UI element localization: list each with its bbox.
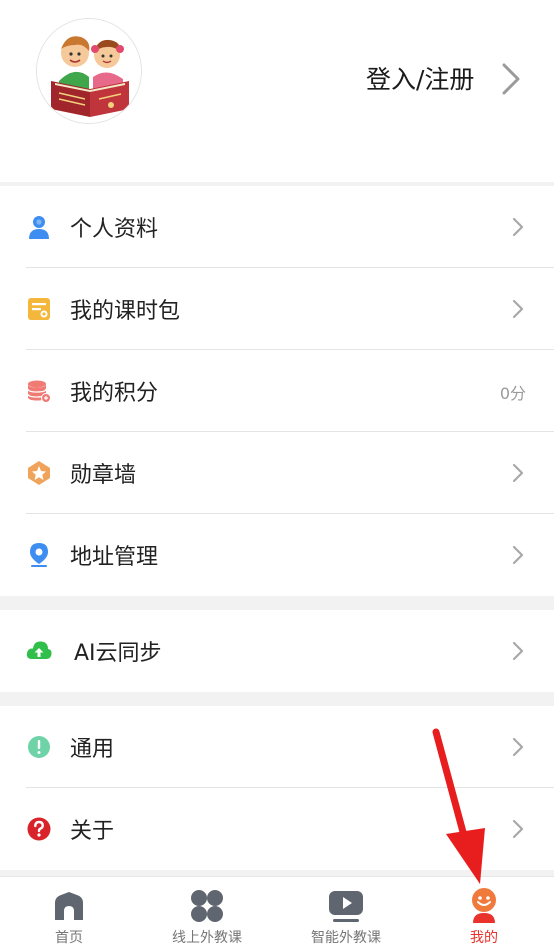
menu-item-lesson-package[interactable]: 我的课时包 [0, 268, 554, 350]
menu-item-label: 关于 [70, 819, 115, 844]
video-play-icon [329, 891, 363, 922]
chevron-right-icon [512, 737, 524, 757]
menu-group-settings: 通用 关于 [0, 706, 554, 870]
info-circle-icon [28, 736, 50, 758]
chevron-right-icon [512, 641, 524, 661]
menu-item-medals[interactable]: 勋章墙 [0, 432, 554, 514]
menu-item-address[interactable]: 地址管理 [0, 514, 554, 596]
tab-label: 我的 [470, 930, 498, 946]
menu-item-label: 地址管理 [70, 545, 159, 570]
menu-item-profile[interactable]: 个人资料 [0, 186, 554, 268]
menu-item-general[interactable]: 通用 [0, 706, 554, 788]
four-leaf-icon [191, 890, 223, 922]
cloud-upload-icon [26, 641, 52, 659]
menu-group-sync: AI云同步 [0, 610, 554, 692]
tab-home[interactable]: 首页 [0, 877, 138, 950]
chevron-right-icon [512, 819, 524, 839]
menu-item-label: 个人资料 [70, 217, 159, 242]
avatar[interactable] [36, 18, 142, 124]
chevron-right-icon [512, 463, 524, 483]
profile-header: 登入/注册 [0, 0, 554, 182]
profile-smile-icon [472, 888, 496, 923]
tab-online-class[interactable]: 线上外教课 [138, 877, 276, 950]
menu-item-points[interactable]: 我的积分 0分 [0, 350, 554, 432]
menu-item-label: 通用 [70, 737, 115, 762]
tab-label: 线上外教课 [172, 930, 242, 946]
chevron-right-icon [512, 299, 524, 319]
chevron-right-icon [512, 545, 524, 565]
bottom-tab-bar: 首页 线上外教课 智能外教课 我的 [0, 876, 554, 950]
tab-label: 智能外教课 [311, 930, 381, 946]
points-value: 0分 [499, 384, 526, 403]
menu-item-ai-cloud-sync[interactable]: AI云同步 [0, 610, 554, 692]
lesson-package-icon [28, 298, 50, 320]
menu-item-label: 勋章墙 [70, 463, 137, 488]
kids-reading-avatar-image [37, 19, 141, 123]
menu-item-label: AI云同步 [74, 641, 162, 666]
location-pin-icon [30, 543, 48, 567]
person-icon [29, 216, 49, 239]
chevron-right-icon[interactable] [496, 62, 526, 96]
home-icon [55, 892, 83, 920]
points-coins-icon [27, 380, 51, 403]
menu-item-label: 我的课时包 [70, 299, 181, 324]
menu-item-label: 我的积分 [70, 381, 159, 406]
menu-item-about[interactable]: 关于 [0, 788, 554, 870]
chevron-right-icon [512, 217, 524, 237]
tab-smart-class[interactable]: 智能外教课 [277, 877, 415, 950]
tab-label: 首页 [55, 930, 83, 946]
menu-group-account: 个人资料 我的课时包 我的积分 0分 勋章墙 地址管理 [0, 186, 554, 596]
help-circle-icon [27, 817, 51, 841]
login-register-link[interactable]: 登入/注册 [366, 60, 474, 96]
medal-icon [28, 461, 50, 485]
tab-mine[interactable]: 我的 [415, 877, 553, 950]
